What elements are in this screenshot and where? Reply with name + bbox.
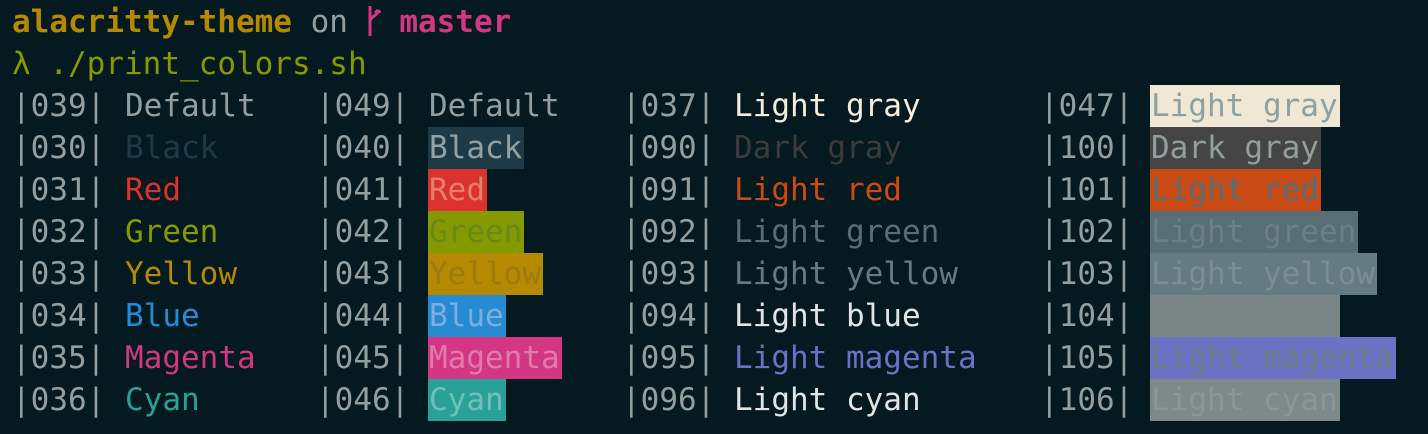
light-fg-code: |037|	[622, 88, 716, 124]
color-row: |034| Blue |044| Blue |094| Light blue |104| Li…	[0, 295, 1428, 337]
bg-sample: Blue	[428, 295, 506, 337]
light-bg-code: |101|	[1040, 172, 1134, 208]
light-fg-code: |093|	[622, 256, 716, 292]
bg-sample: Default	[429, 88, 560, 124]
fg-sample: Red	[125, 172, 181, 208]
light-fg-sample: Light magenta	[734, 340, 977, 376]
light-fg-sample: Light gray	[734, 88, 921, 124]
git-branch-name: master	[399, 4, 512, 40]
light-bg-code: |103|	[1040, 256, 1134, 292]
bg-sample: Magenta	[428, 337, 562, 379]
light-bg-sample: Light green	[1150, 211, 1359, 253]
light-fg-sample: Light blue	[734, 298, 921, 334]
fg-code: |032|	[12, 214, 106, 250]
light-fg-sample: Light red	[734, 172, 902, 208]
bg-sample: Black	[428, 127, 525, 169]
light-bg-code: |106|	[1040, 382, 1134, 418]
light-bg-code: |102|	[1040, 214, 1134, 250]
bg-code: |043|	[316, 256, 410, 292]
light-fg-code: |091|	[622, 172, 716, 208]
color-row: |036| Cyan |046| Cyan |096| Light cyan |106| Li…	[0, 379, 1428, 421]
fg-code: |031|	[12, 172, 106, 208]
color-row: |035| Magenta |045| Magenta |095| Light magen…	[0, 337, 1428, 379]
fg-code: |035|	[12, 340, 106, 376]
bg-code: |041|	[316, 172, 410, 208]
bg-sample: Red	[428, 169, 487, 211]
bg-code: |044|	[316, 298, 410, 334]
light-fg-code: |094|	[622, 298, 716, 334]
light-fg-sample: Light yellow	[734, 256, 958, 292]
fg-code: |039|	[12, 88, 106, 124]
light-bg-code: |104|	[1040, 298, 1134, 334]
light-bg-sample: Dark gray	[1150, 127, 1321, 169]
light-fg-sample: Light green	[734, 214, 940, 250]
light-fg-code: |092|	[622, 214, 716, 250]
bg-code: |046|	[316, 382, 410, 418]
fg-sample: Cyan	[125, 382, 200, 418]
fg-sample: Yellow	[125, 256, 237, 292]
color-row: |031| Red |041| Red |091| Light red |101| Light…	[0, 169, 1428, 211]
fg-sample: Magenta	[125, 340, 256, 376]
command-line: λ ./print_colors.sh	[12, 43, 367, 85]
light-fg-code: |090|	[622, 130, 716, 166]
bg-code: |040|	[316, 130, 410, 166]
color-row: |039| Default |049| Default |037| Light gray |…	[0, 85, 1428, 127]
bg-code: |042|	[316, 214, 410, 250]
bg-sample: Green	[428, 211, 525, 253]
git-branch-icon	[367, 4, 381, 40]
light-fg-code: |095|	[622, 340, 716, 376]
fg-code: |036|	[12, 382, 106, 418]
light-fg-sample: Light cyan	[734, 382, 921, 418]
light-bg-sample: Light red	[1150, 169, 1321, 211]
light-bg-sample: Light yellow	[1150, 253, 1377, 295]
fg-sample: Blue	[125, 298, 200, 334]
fg-sample: Black	[125, 130, 219, 166]
light-bg-sample: Light blue	[1150, 295, 1340, 337]
light-bg-sample: Light magenta	[1150, 337, 1396, 379]
light-fg-code: |096|	[622, 382, 716, 418]
fg-sample: Default	[125, 88, 256, 124]
prompt-on-text: on	[310, 4, 348, 40]
fg-code: |030|	[12, 130, 106, 166]
light-fg-sample: Dark gray	[734, 130, 902, 166]
prompt-line: alacritty-theme on master	[12, 1, 511, 43]
bg-code: |049|	[316, 88, 410, 124]
bg-code: |045|	[316, 340, 410, 376]
fg-code: |034|	[12, 298, 106, 334]
light-bg-sample: Light cyan	[1150, 379, 1340, 421]
prompt-symbol: λ	[12, 46, 31, 82]
light-bg-sample: Light gray	[1150, 85, 1340, 127]
light-bg-code: |047|	[1040, 88, 1134, 124]
light-bg-code: |100|	[1040, 130, 1134, 166]
color-row: |033| Yellow |043| Yellow |093| Light yellow |…	[0, 253, 1428, 295]
command-text: ./print_colors.sh	[49, 46, 367, 82]
light-bg-code: |105|	[1040, 340, 1134, 376]
fg-sample: Green	[125, 214, 219, 250]
color-row: |030| Black |040| Black |090| Dark gray |100| D…	[0, 127, 1428, 169]
color-row: |032| Green |042| Green |092| Light green |102…	[0, 211, 1428, 253]
bg-sample: Yellow	[428, 253, 543, 295]
bg-sample: Cyan	[428, 379, 506, 421]
prompt-directory: alacritty-theme	[12, 4, 292, 40]
fg-code: |033|	[12, 256, 106, 292]
